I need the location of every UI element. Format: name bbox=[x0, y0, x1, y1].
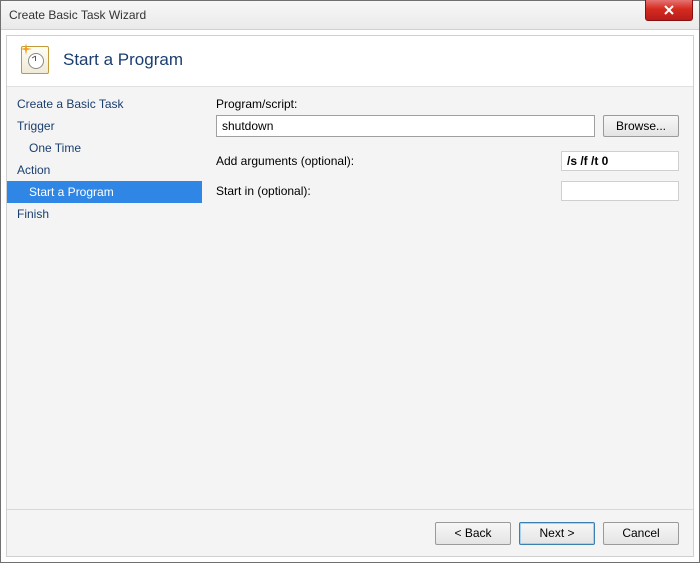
wizard-footer: < Back Next > Cancel bbox=[7, 509, 693, 556]
arguments-label: Add arguments (optional): bbox=[216, 154, 354, 168]
next-button[interactable]: Next > bbox=[519, 522, 595, 545]
start-in-label: Start in (optional): bbox=[216, 184, 311, 198]
browse-button[interactable]: Browse... bbox=[603, 115, 679, 137]
sidebar-item-trigger[interactable]: Trigger bbox=[7, 115, 202, 137]
wizard-body: Create a Basic Task Trigger One Time Act… bbox=[7, 87, 693, 509]
window-title: Create Basic Task Wizard bbox=[9, 8, 146, 22]
sidebar-item-one-time[interactable]: One Time bbox=[7, 137, 202, 159]
sidebar-item-create-basic-task[interactable]: Create a Basic Task bbox=[7, 93, 202, 115]
sidebar-item-action[interactable]: Action bbox=[7, 159, 202, 181]
arguments-input[interactable] bbox=[561, 151, 679, 171]
wizard-sidebar: Create a Basic Task Trigger One Time Act… bbox=[7, 87, 202, 509]
page-title: Start a Program bbox=[63, 50, 183, 70]
cancel-button[interactable]: Cancel bbox=[603, 522, 679, 545]
wizard-frame: Start a Program Create a Basic Task Trig… bbox=[6, 35, 694, 557]
wizard-main: Program/script: Browse... Add arguments … bbox=[202, 87, 693, 509]
close-icon bbox=[664, 5, 674, 15]
start-in-input[interactable] bbox=[561, 181, 679, 201]
program-script-input[interactable] bbox=[216, 115, 595, 137]
titlebar: Create Basic Task Wizard bbox=[1, 1, 699, 30]
wizard-window: Create Basic Task Wizard Start a Program… bbox=[0, 0, 700, 563]
task-scheduler-icon bbox=[21, 46, 49, 74]
program-script-label: Program/script: bbox=[216, 97, 297, 111]
back-button[interactable]: < Back bbox=[435, 522, 511, 545]
close-button[interactable] bbox=[645, 0, 693, 21]
sidebar-item-start-a-program[interactable]: Start a Program bbox=[7, 181, 202, 203]
wizard-header: Start a Program bbox=[7, 36, 693, 87]
sidebar-item-finish[interactable]: Finish bbox=[7, 203, 202, 225]
